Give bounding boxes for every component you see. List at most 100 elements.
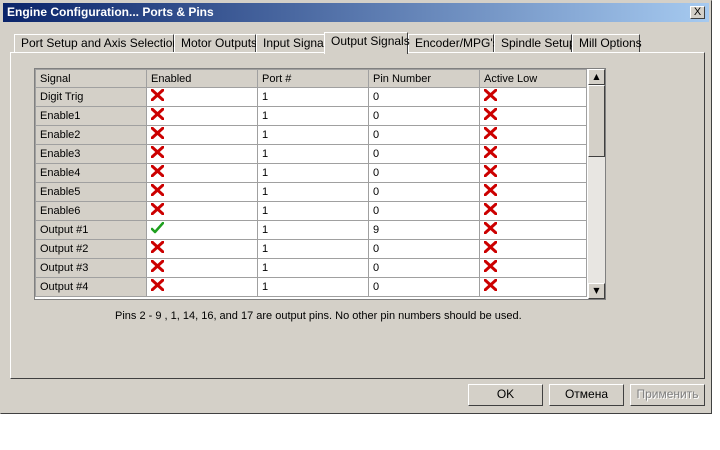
enabled-cell[interactable] <box>146 220 258 240</box>
pin-number-cell[interactable]: 0 <box>368 258 480 278</box>
red-x-icon <box>150 164 165 180</box>
pin-number-cell[interactable]: 0 <box>368 277 480 297</box>
pin-number-cell[interactable]: 0 <box>368 125 480 145</box>
red-x-icon <box>150 126 165 142</box>
port-cell[interactable]: 1 <box>257 277 369 297</box>
table-row[interactable]: Output #2 1 0 <box>35 239 587 259</box>
port-cell[interactable]: 1 <box>257 163 369 183</box>
tab-motor-outputs[interactable]: Motor Outputs <box>174 34 257 52</box>
pin-number-cell[interactable]: 0 <box>368 239 480 259</box>
apply-button[interactable]: Применить <box>630 384 705 406</box>
port-cell[interactable]: 1 <box>257 182 369 202</box>
red-x-icon <box>483 164 498 180</box>
cancel-button[interactable]: Отмена <box>549 384 624 406</box>
red-x-icon <box>150 145 165 161</box>
header-port[interactable]: Port # <box>257 69 369 88</box>
active-low-cell[interactable] <box>479 277 587 297</box>
tab-encoder-mpg[interactable]: Encoder/MPG's <box>408 34 499 52</box>
header-pin-number[interactable]: Pin Number <box>368 69 480 88</box>
table-row[interactable]: Enable2 1 0 <box>35 125 587 145</box>
pin-number-cell[interactable]: 9 <box>368 220 480 240</box>
header-signal[interactable]: Signal <box>35 69 147 88</box>
tab-mill-options[interactable]: Mill Options <box>572 34 642 52</box>
red-x-icon <box>483 259 498 275</box>
pin-number-cell[interactable]: 0 <box>368 201 480 221</box>
signal-cell[interactable]: Enable5 <box>35 182 147 202</box>
port-cell[interactable]: 1 <box>257 220 369 240</box>
pin-number-cell[interactable]: 0 <box>368 182 480 202</box>
signal-cell[interactable]: Enable1 <box>35 106 147 126</box>
enabled-cell[interactable] <box>146 201 258 221</box>
active-low-cell[interactable] <box>479 125 587 145</box>
close-button[interactable]: X <box>690 6 705 19</box>
enabled-cell[interactable] <box>146 144 258 164</box>
signal-cell[interactable]: Output #1 <box>35 220 147 240</box>
scroll-down-button[interactable]: ▼ <box>588 283 605 299</box>
header-enabled[interactable]: Enabled <box>146 69 258 88</box>
active-low-cell[interactable] <box>479 182 587 202</box>
port-cell[interactable]: 1 <box>257 201 369 221</box>
red-x-icon <box>483 278 498 294</box>
port-cell[interactable]: 1 <box>257 87 369 107</box>
port-cell[interactable]: 1 <box>257 239 369 259</box>
enabled-cell[interactable] <box>146 239 258 259</box>
port-cell[interactable]: 1 <box>257 125 369 145</box>
ok-button[interactable]: OK <box>468 384 543 406</box>
table-row[interactable]: Digit Trig 1 0 <box>35 87 587 107</box>
header-active-low[interactable]: Active Low <box>479 69 587 88</box>
signal-cell[interactable]: Enable4 <box>35 163 147 183</box>
pin-number-cell[interactable]: 0 <box>368 106 480 126</box>
red-x-icon <box>150 183 165 199</box>
table-row[interactable]: Output #1 1 9 <box>35 220 587 240</box>
signal-cell[interactable]: Output #4 <box>35 277 147 297</box>
signal-cell[interactable]: Enable2 <box>35 125 147 145</box>
enabled-cell[interactable] <box>146 277 258 297</box>
active-low-cell[interactable] <box>479 258 587 278</box>
port-cell[interactable]: 1 <box>257 106 369 126</box>
active-low-cell[interactable] <box>479 144 587 164</box>
red-x-icon <box>483 145 498 161</box>
table-row[interactable]: Output #4 1 0 <box>35 277 587 297</box>
red-x-icon <box>483 88 498 104</box>
port-cell[interactable]: 1 <box>257 144 369 164</box>
enabled-cell[interactable] <box>146 106 258 126</box>
output-signals-grid[interactable]: Signal Enabled Port # Pin Number Active … <box>34 68 606 300</box>
table-row[interactable]: Enable1 1 0 <box>35 106 587 126</box>
signal-cell[interactable]: Digit Trig <box>35 87 147 107</box>
tab-input-signals[interactable]: Input Signals <box>256 34 332 52</box>
table-header-row: Signal Enabled Port # Pin Number Active … <box>35 69 587 88</box>
enabled-cell[interactable] <box>146 125 258 145</box>
enabled-cell[interactable] <box>146 87 258 107</box>
vertical-scrollbar[interactable]: ▲ ▼ <box>588 69 605 299</box>
active-low-cell[interactable] <box>479 163 587 183</box>
table-row[interactable]: Enable6 1 0 <box>35 201 587 221</box>
red-x-icon <box>150 240 165 256</box>
active-low-cell[interactable] <box>479 220 587 240</box>
scroll-up-button[interactable]: ▲ <box>588 69 605 85</box>
active-low-cell[interactable] <box>479 87 587 107</box>
enabled-cell[interactable] <box>146 163 258 183</box>
port-cell[interactable]: 1 <box>257 258 369 278</box>
signal-cell[interactable]: Output #3 <box>35 258 147 278</box>
table-row[interactable]: Enable3 1 0 <box>35 144 587 164</box>
active-low-cell[interactable] <box>479 201 587 221</box>
pin-number-cell[interactable]: 0 <box>368 87 480 107</box>
enabled-cell[interactable] <box>146 258 258 278</box>
table-row[interactable]: Enable4 1 0 <box>35 163 587 183</box>
signal-cell[interactable]: Output #2 <box>35 239 147 259</box>
signal-cell[interactable]: Enable3 <box>35 144 147 164</box>
active-low-cell[interactable] <box>479 106 587 126</box>
table-row[interactable]: Enable5 1 0 <box>35 182 587 202</box>
pins-note: Pins 2 - 9 , 1, 14, 16, and 17 are outpu… <box>115 310 522 322</box>
tab-port-setup[interactable]: Port Setup and Axis Selection <box>14 34 179 52</box>
pin-number-cell[interactable]: 0 <box>368 144 480 164</box>
pin-number-cell[interactable]: 0 <box>368 163 480 183</box>
scroll-thumb[interactable] <box>588 85 605 157</box>
table-row[interactable]: Output #3 1 0 <box>35 258 587 278</box>
tab-spindle-setup[interactable]: Spindle Setup <box>494 34 576 52</box>
tab-output-signals[interactable]: Output Signals <box>324 32 410 54</box>
signal-cell[interactable]: Enable6 <box>35 201 147 221</box>
active-low-cell[interactable] <box>479 239 587 259</box>
enabled-cell[interactable] <box>146 182 258 202</box>
red-x-icon <box>150 88 165 104</box>
